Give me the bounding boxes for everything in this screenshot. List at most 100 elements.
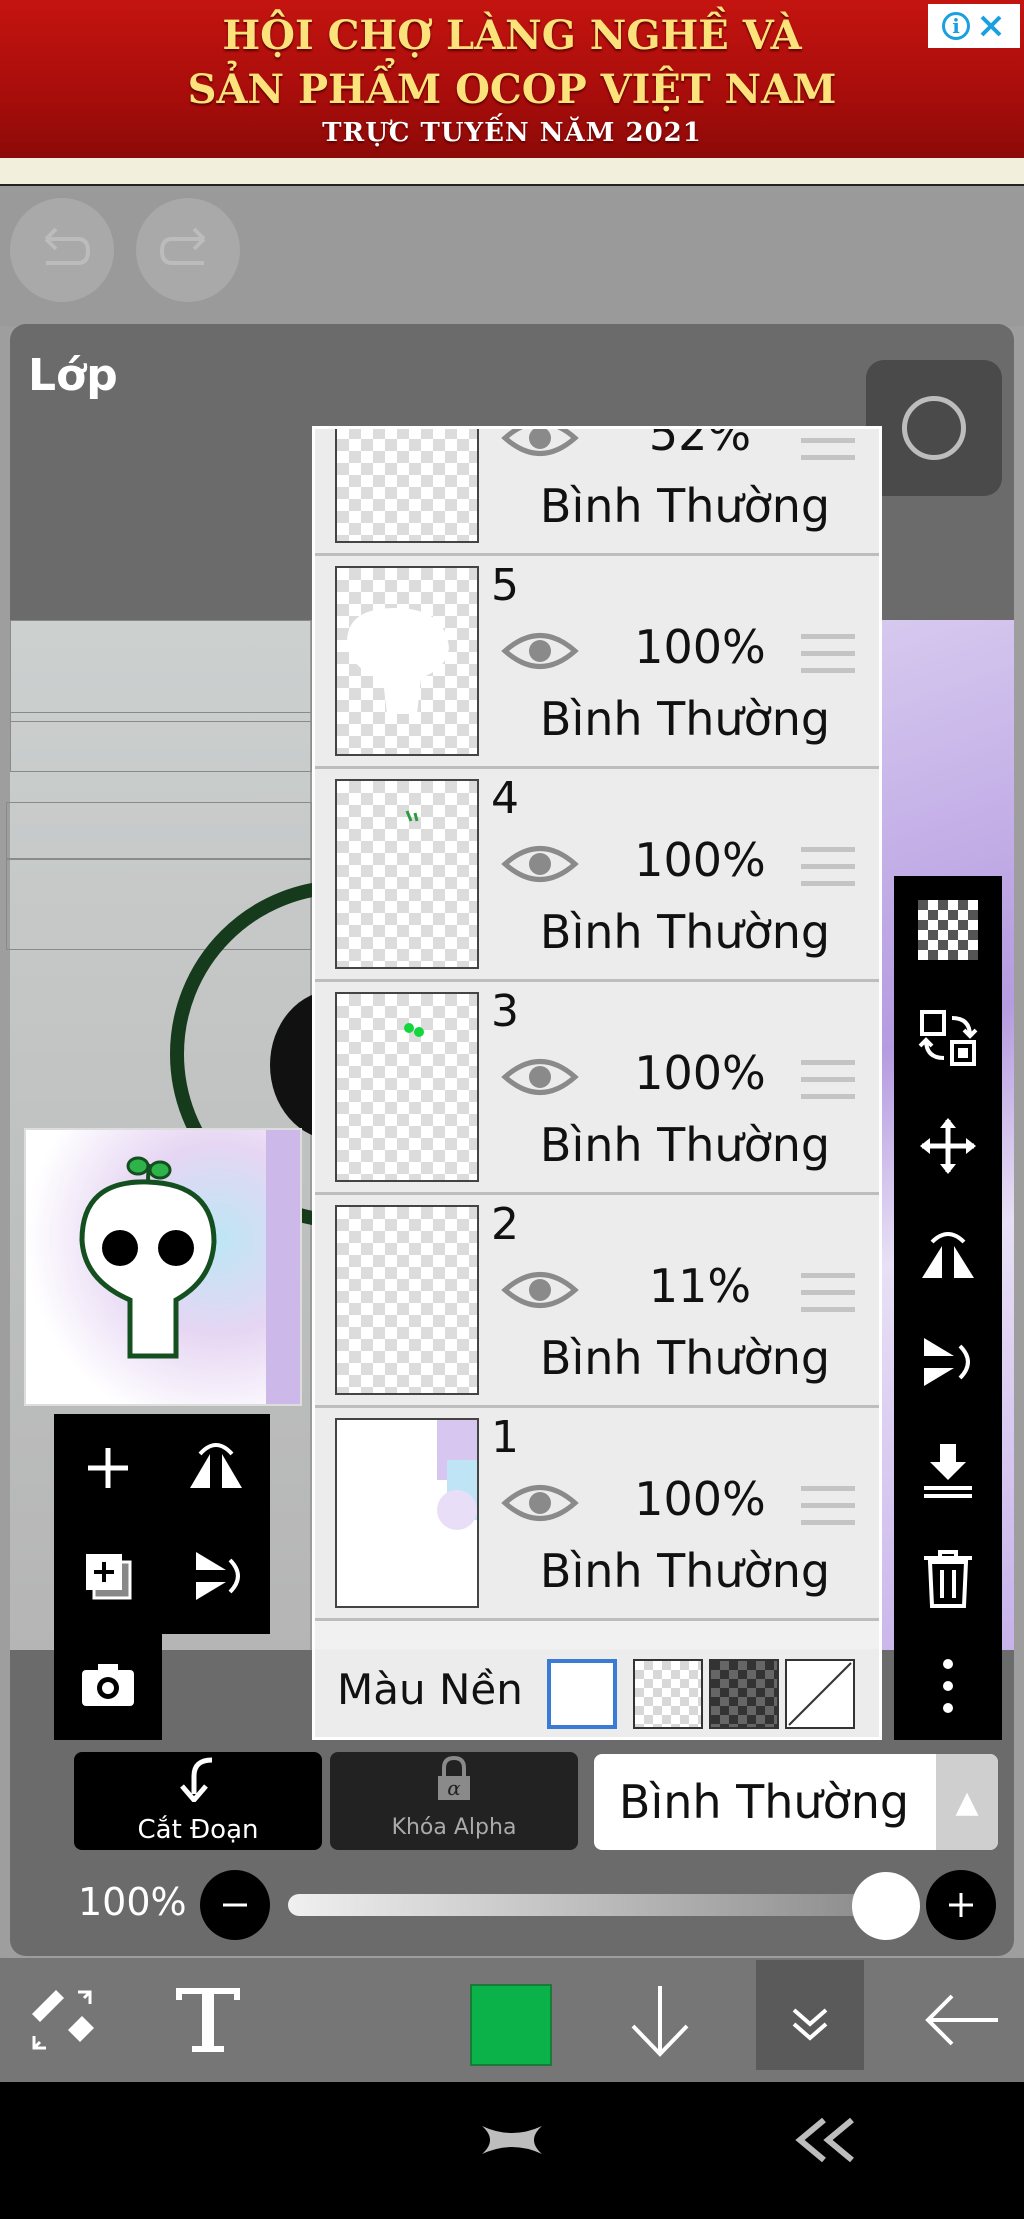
visibility-eye-icon[interactable] <box>501 841 579 887</box>
layer-row[interactable]: 3 100% Bình Thường <box>315 982 879 1195</box>
delete-layer-button[interactable] <box>894 1524 1002 1632</box>
ad-info-badge[interactable]: i <box>928 4 1020 48</box>
clip-label: Cắt Đoạn <box>137 1815 259 1845</box>
redo-button[interactable] <box>136 198 240 302</box>
drag-handle-icon[interactable] <box>801 429 855 461</box>
flip-h-layer-button[interactable] <box>162 1414 270 1522</box>
opacity-slider[interactable] <box>288 1894 888 1916</box>
drag-handle-icon[interactable] <box>801 1273 855 1313</box>
transform-tool-button[interactable] <box>0 1958 124 2082</box>
alpha-lock-label: Khóa Alpha <box>391 1815 517 1840</box>
layer-thumbnail <box>335 1205 479 1395</box>
redo-icon <box>159 227 206 265</box>
ad-banner[interactable]: HỘI CHỢ LÀNG NGHỀ VÀ SẢN PHẨM OCOP VIỆT … <box>0 0 1024 158</box>
bg-transparent-light-swatch[interactable] <box>633 1659 703 1729</box>
circle-icon <box>902 396 966 460</box>
visibility-eye-icon[interactable] <box>501 628 579 674</box>
drag-handle-icon[interactable] <box>801 1486 855 1526</box>
background-label: Màu Nền <box>337 1665 523 1714</box>
merge-down-button[interactable] <box>894 1416 1002 1524</box>
pen-eraser-icon <box>32 1990 94 2050</box>
layer-number: 3 <box>491 986 519 1037</box>
merge-down-icon <box>924 1444 972 1498</box>
clip-button[interactable]: Cắt Đoạn <box>74 1752 322 1850</box>
layer-thumbnail <box>335 429 479 543</box>
layer-row[interactable]: 5 100% Bình Thường <box>315 556 879 769</box>
flip-horizontal-icon <box>922 1232 974 1278</box>
opacity-slider-handle[interactable] <box>852 1872 920 1940</box>
drag-handle-icon[interactable] <box>801 847 855 887</box>
duplicate-layer-icon <box>86 1554 132 1600</box>
flip-horizontal-button[interactable] <box>894 1200 1002 1308</box>
drag-handle-icon[interactable] <box>801 634 855 674</box>
layer-number: 1 <box>491 1412 519 1463</box>
layer-opacity: 100% <box>634 833 766 887</box>
add-layer-button[interactable] <box>54 1414 162 1522</box>
visibility-eye-icon[interactable] <box>501 1480 579 1526</box>
undo-button[interactable] <box>10 198 114 302</box>
layer-number: 5 <box>491 560 519 611</box>
nav-back-button[interactable] <box>790 2110 862 2186</box>
close-ad-icon[interactable] <box>976 11 1006 41</box>
visibility-eye-icon[interactable] <box>501 1054 579 1100</box>
flip-vertical-button[interactable] <box>894 1308 1002 1416</box>
layer-blend-mode: Bình Thường <box>539 1331 831 1385</box>
layer-row[interactable]: 4 100% Bình Thường <box>315 769 879 982</box>
clip-arrow-icon <box>180 1757 213 1804</box>
drag-handle-icon[interactable] <box>801 1060 855 1100</box>
visibility-eye-icon[interactable] <box>501 426 579 461</box>
current-color-swatch[interactable] <box>470 1984 552 2066</box>
transparency-button[interactable] <box>894 876 1002 984</box>
layer-tools-left <box>54 1414 270 1634</box>
opacity-increase-button[interactable] <box>926 1870 996 1940</box>
text-tool-icon <box>176 1988 240 2052</box>
layer-row[interactable]: 1 100% Bình Thường <box>315 1408 879 1621</box>
layer-row[interactable]: 52% Bình Thường <box>315 426 879 556</box>
ad-line-3: TRỰC TUYẾN NĂM 2021 <box>322 118 702 148</box>
caret-up-icon[interactable]: ▲ <box>936 1754 998 1850</box>
opacity-decrease-button[interactable] <box>200 1870 270 1940</box>
layer-blend-mode: Bình Thường <box>539 1544 831 1598</box>
layer-thumbnail <box>335 779 479 969</box>
add-layer-icon <box>88 1448 128 1488</box>
layer-blend-mode: Bình Thường <box>539 692 831 746</box>
text-tool-button[interactable] <box>146 1958 270 2082</box>
visibility-eye-icon[interactable] <box>501 1267 579 1313</box>
arrow-left-icon <box>925 1994 998 2046</box>
double-chevron-down-icon <box>792 2008 828 2041</box>
alpha-lock-button[interactable]: α Khóa Alpha <box>330 1752 578 1850</box>
flip-h-layer-icon <box>190 1443 242 1488</box>
opacity-value: 100% <box>78 1880 187 1924</box>
bg-white-swatch[interactable] <box>547 1659 617 1729</box>
layer-opacity: 11% <box>648 1259 752 1313</box>
bg-none-swatch[interactable] <box>785 1659 855 1729</box>
move-button[interactable] <box>894 1092 1002 1200</box>
right-toolbar <box>894 876 1002 1740</box>
duplicate-layer-button[interactable] <box>54 1522 162 1630</box>
layer-blend-mode: Bình Thường <box>539 479 831 533</box>
layers-tab[interactable] <box>756 1960 864 2070</box>
swap-layer-button[interactable] <box>894 984 1002 1092</box>
layer-down-button[interactable] <box>598 1958 722 2082</box>
plus-icon <box>949 1893 973 1917</box>
arrow-down-icon <box>631 1986 689 2057</box>
back-button[interactable] <box>900 1958 1024 2082</box>
ad-line-1: HỘI CHỢ LÀNG NGHỀ VÀ <box>222 12 802 59</box>
ad-line-2: SẢN PHẨM OCOP VIỆT NAM <box>187 66 837 113</box>
camera-button[interactable] <box>54 1630 162 1738</box>
layer-opacity: 52% <box>648 426 752 461</box>
swap-layer-icon <box>918 1010 978 1066</box>
svg-text:α: α <box>447 1776 461 1800</box>
nav-home-button[interactable] <box>476 2110 548 2186</box>
layer-number: 4 <box>491 773 519 824</box>
blend-mode-value: Bình Thường <box>618 1775 910 1829</box>
layer-row[interactable]: 2 11% Bình Thường <box>315 1195 879 1408</box>
flip-v-layer-button[interactable] <box>162 1522 270 1630</box>
bg-transparent-dark-swatch[interactable] <box>709 1659 779 1729</box>
panel-toggle-button[interactable] <box>866 360 1002 496</box>
blend-mode-select[interactable]: Bình Thường ▲ <box>594 1754 998 1850</box>
canvas-preview[interactable] <box>24 1128 302 1406</box>
layer-opacity: 100% <box>634 1046 766 1100</box>
layers-list[interactable]: 52% Bình Thường 5 100% Bình Thường 4 100… <box>312 426 882 1740</box>
more-button[interactable] <box>894 1632 1002 1740</box>
